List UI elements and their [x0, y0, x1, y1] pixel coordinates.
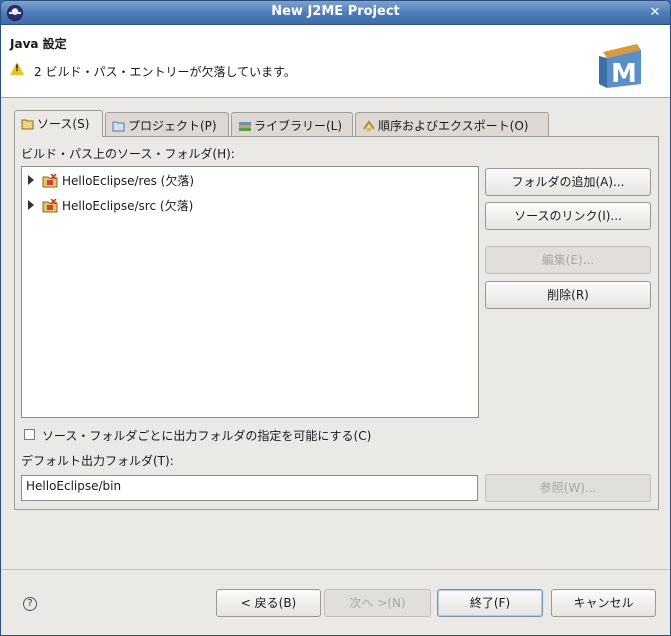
tab-label: ライブラリー(L)	[254, 119, 343, 133]
expand-arrow-icon[interactable]	[28, 175, 34, 185]
package-folder-icon	[42, 174, 58, 188]
tree-item-src[interactable]: HelloEclipse/src (欠落)	[25, 197, 193, 215]
source-folders-label: ビルド・パス上のソース・フォルダ(H):	[21, 147, 235, 161]
tree-item-label: HelloEclipse/res (欠落)	[62, 174, 195, 188]
add-folder-button[interactable]: フォルダの追加(A)...	[485, 168, 651, 196]
tree-item-label: HelloEclipse/src (欠落)	[62, 199, 194, 213]
svg-text:M: M	[611, 59, 637, 89]
window-title: New J2ME Project	[271, 4, 400, 19]
tab-libraries[interactable]: ライブラリー(L)	[231, 112, 353, 136]
warning-icon: !	[10, 62, 24, 75]
j2me-logo-icon: M	[599, 44, 641, 89]
source-folder-icon	[21, 119, 34, 130]
tab-label: プロジェクト(P)	[128, 119, 217, 133]
remove-button[interactable]: 削除(R)	[485, 281, 651, 309]
title-bar[interactable]: New J2ME Project ✕	[1, 1, 670, 25]
tab-projects[interactable]: プロジェクト(P)	[105, 112, 229, 136]
order-export-icon	[363, 120, 375, 131]
help-icon[interactable]: ?	[23, 597, 37, 611]
tree-item-res[interactable]: HelloEclipse/res (欠落)	[25, 172, 194, 190]
default-output-field[interactable]: HelloEclipse/bin	[21, 475, 478, 501]
dialog-window: New J2ME Project ✕ Java 設定 ! 2 ビルド・パス・エン…	[0, 0, 671, 636]
edit-button[interactable]: 編集(E)...	[485, 246, 651, 274]
next-button[interactable]: 次へ >(N)	[324, 589, 431, 617]
tab-source[interactable]: ソース(S)	[14, 110, 103, 137]
page-title: Java 設定	[10, 37, 67, 51]
source-folder-tree[interactable]: HelloEclipse/res (欠落) HelloEclipse/src (…	[21, 166, 479, 418]
link-source-button[interactable]: ソースのリンク(I)...	[485, 202, 651, 230]
wizard-header: Java 設定 ! 2 ビルド・パス・エントリーが欠落しています。 M	[1, 25, 670, 98]
back-button[interactable]: < 戻る(B)	[216, 589, 321, 617]
project-folder-icon	[112, 121, 125, 132]
package-folder-icon	[42, 199, 58, 213]
expand-arrow-icon[interactable]	[28, 200, 34, 210]
finish-button[interactable]: 終了(F)	[437, 589, 543, 617]
default-output-label: デフォルト出力フォルダ(T):	[21, 454, 174, 468]
library-icon	[239, 122, 251, 131]
header-message: 2 ビルド・パス・エントリーが欠落しています。	[34, 65, 296, 79]
close-icon[interactable]: ✕	[648, 5, 662, 20]
footer-separator	[1, 569, 670, 570]
allow-output-folders-label[interactable]: ソース・フォルダごとに出力フォルダの指定を可能にする(C)	[42, 427, 371, 444]
tab-order-export[interactable]: 順序およびエクスポート(O)	[355, 112, 549, 136]
allow-output-folders-checkbox[interactable]	[24, 429, 35, 440]
tab-label: 順序およびエクスポート(O)	[378, 119, 529, 133]
cancel-button[interactable]: キャンセル	[551, 589, 656, 617]
browse-button[interactable]: 参照(W)...	[485, 474, 651, 502]
tab-label: ソース(S)	[37, 117, 90, 131]
